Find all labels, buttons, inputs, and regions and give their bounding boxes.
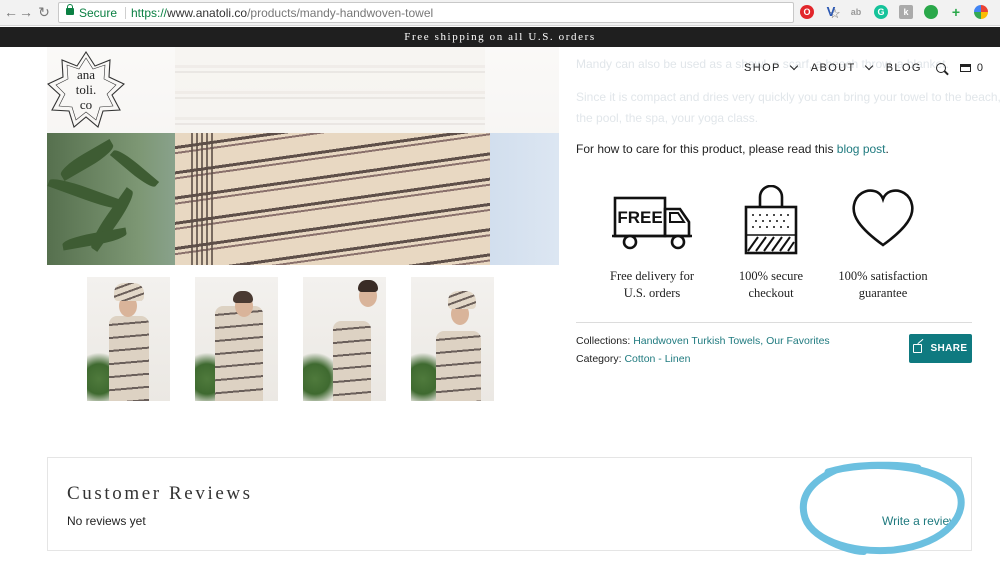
secure-bag-icon — [744, 185, 798, 255]
feature-label-secure: 100% secure checkout — [716, 268, 826, 302]
lock-icon — [66, 4, 74, 15]
address-bar[interactable]: Secure https://www.anatoli.co/products/m… — [58, 2, 841, 23]
category-row: Category: Cotton - Linen — [576, 353, 690, 365]
thumbnail-towel — [109, 316, 149, 401]
thumbnail-head-towel — [448, 291, 476, 309]
product-thumbnail[interactable] — [195, 277, 278, 401]
forward-icon[interactable]: → — [18, 4, 34, 20]
cart-count: 0 — [976, 62, 985, 74]
url-text[interactable]: https://www.anatoli.co/products/mandy-ha… — [131, 6, 433, 20]
thumbnail-towel — [333, 321, 371, 401]
back-icon[interactable]: ← — [3, 4, 19, 20]
category-link[interactable]: Cotton - Linen — [624, 353, 690, 365]
url-host: www.anatoli.co — [167, 6, 248, 20]
nav-item-about[interactable]: ABOUT — [810, 61, 873, 74]
address-divider — [125, 7, 126, 19]
logo-line: ana — [76, 67, 96, 82]
free-badge-text: FREE — [617, 208, 662, 227]
url-path: /products/mandy-handwoven-towel — [247, 6, 434, 20]
feature-label-line: Free delivery for — [610, 269, 694, 283]
feature-label-line: U.S. orders — [623, 286, 681, 300]
feature-label-line: checkout — [748, 286, 794, 300]
nav-item-shop[interactable]: SHOP — [744, 61, 799, 74]
nav-label: ABOUT — [810, 62, 856, 74]
opera-extension-icon[interactable]: O — [800, 5, 814, 19]
main-navigation: SHOP ABOUT BLOG 0 — [744, 59, 984, 77]
page: ← → ↻ Secure https://www.anatoli.co/prod… — [0, 0, 1000, 562]
delivery-truck-icon: FREE — [612, 196, 692, 250]
announcement-bar: Free shipping on all U.S. orders — [0, 27, 1000, 47]
nav-label: BLOG — [885, 62, 922, 74]
feature-label-line: 100% secure — [738, 269, 804, 283]
hero-towel — [175, 133, 490, 265]
share-label: SHARE — [930, 343, 968, 354]
thumbnail-towel — [215, 306, 263, 401]
v-extension-icon[interactable]: V — [824, 5, 838, 19]
share-button[interactable]: SHARE — [909, 334, 972, 363]
care-instructions: For how to care for this product, please… — [576, 142, 889, 156]
url-protocol: https:// — [131, 6, 168, 20]
grammarly-extension-icon[interactable]: G — [874, 5, 888, 19]
product-thumbnail[interactable] — [303, 277, 386, 401]
collections-row: Collections: Handwoven Turkish Towels, O… — [576, 335, 830, 347]
feature-secure-checkout — [716, 185, 826, 257]
search-icon[interactable] — [935, 63, 946, 73]
feature-label-line: guarantee — [858, 286, 908, 300]
color-extension-icon[interactable] — [974, 5, 988, 19]
text-extension-icon[interactable]: ab — [849, 5, 863, 19]
reload-icon[interactable]: ↻ — [36, 4, 52, 20]
no-reviews-text: No reviews yet — [67, 514, 146, 528]
browser-toolbar: ← → ↻ Secure https://www.anatoli.co/prod… — [0, 0, 1000, 26]
description-line: the pool, the spa, your yoga class. — [576, 111, 759, 125]
cart-button[interactable]: 0 — [959, 62, 985, 74]
product-thumbnail[interactable] — [87, 277, 170, 401]
collections-label: Collections: — [576, 335, 634, 347]
feature-label-delivery: Free delivery for U.S. orders — [597, 268, 707, 302]
feature-delivery: FREE — [597, 185, 707, 255]
chat-extension-icon[interactable] — [924, 5, 938, 19]
secure-label: Secure — [79, 6, 118, 20]
logo-text: ana toli. co — [46, 67, 126, 112]
nav-label: SHOP — [744, 62, 781, 74]
gray-extension-icon[interactable]: k — [899, 5, 913, 19]
product-thumbnail[interactable] — [411, 277, 494, 401]
logo-line: toli. — [75, 82, 97, 97]
cart-icon — [959, 64, 971, 72]
thumbnail-towel — [436, 331, 481, 401]
care-prefix: For how to care for this product, please… — [576, 142, 837, 156]
logo-line: co — [79, 97, 93, 112]
feature-label-satisfaction: 100% satisfaction guarantee — [828, 268, 938, 302]
annotation-circle — [799, 461, 965, 555]
category-label: Category: — [576, 353, 625, 365]
chevron-down-icon — [864, 61, 873, 71]
section-divider — [576, 322, 972, 323]
heart-icon — [852, 189, 914, 247]
thumbnail-hair — [233, 291, 253, 303]
collections-links[interactable]: Handwoven Turkish Towels, Our Favorites — [633, 335, 829, 347]
reviews-title: Customer Reviews — [67, 483, 253, 504]
site-logo[interactable]: ana toli. co — [46, 50, 126, 130]
feature-label-line: 100% satisfaction — [838, 269, 928, 283]
care-suffix: . — [885, 142, 889, 156]
thumbnail-head-towel — [114, 283, 144, 301]
blog-post-link[interactable]: blog post — [837, 142, 886, 156]
plus-extension-icon[interactable]: + — [949, 5, 963, 19]
share-icon — [913, 344, 923, 353]
description-line: Since it is compact and dries very quick… — [576, 90, 1000, 104]
thumbnail-hair — [358, 280, 378, 292]
nav-item-blog[interactable]: BLOG — [886, 62, 922, 74]
leaf-shape — [109, 146, 160, 191]
chevron-down-icon — [789, 61, 799, 71]
feature-satisfaction — [828, 185, 938, 251]
thumbnail-plant — [303, 346, 333, 401]
leaf-shape — [57, 138, 117, 182]
towel-fringe — [191, 133, 215, 265]
